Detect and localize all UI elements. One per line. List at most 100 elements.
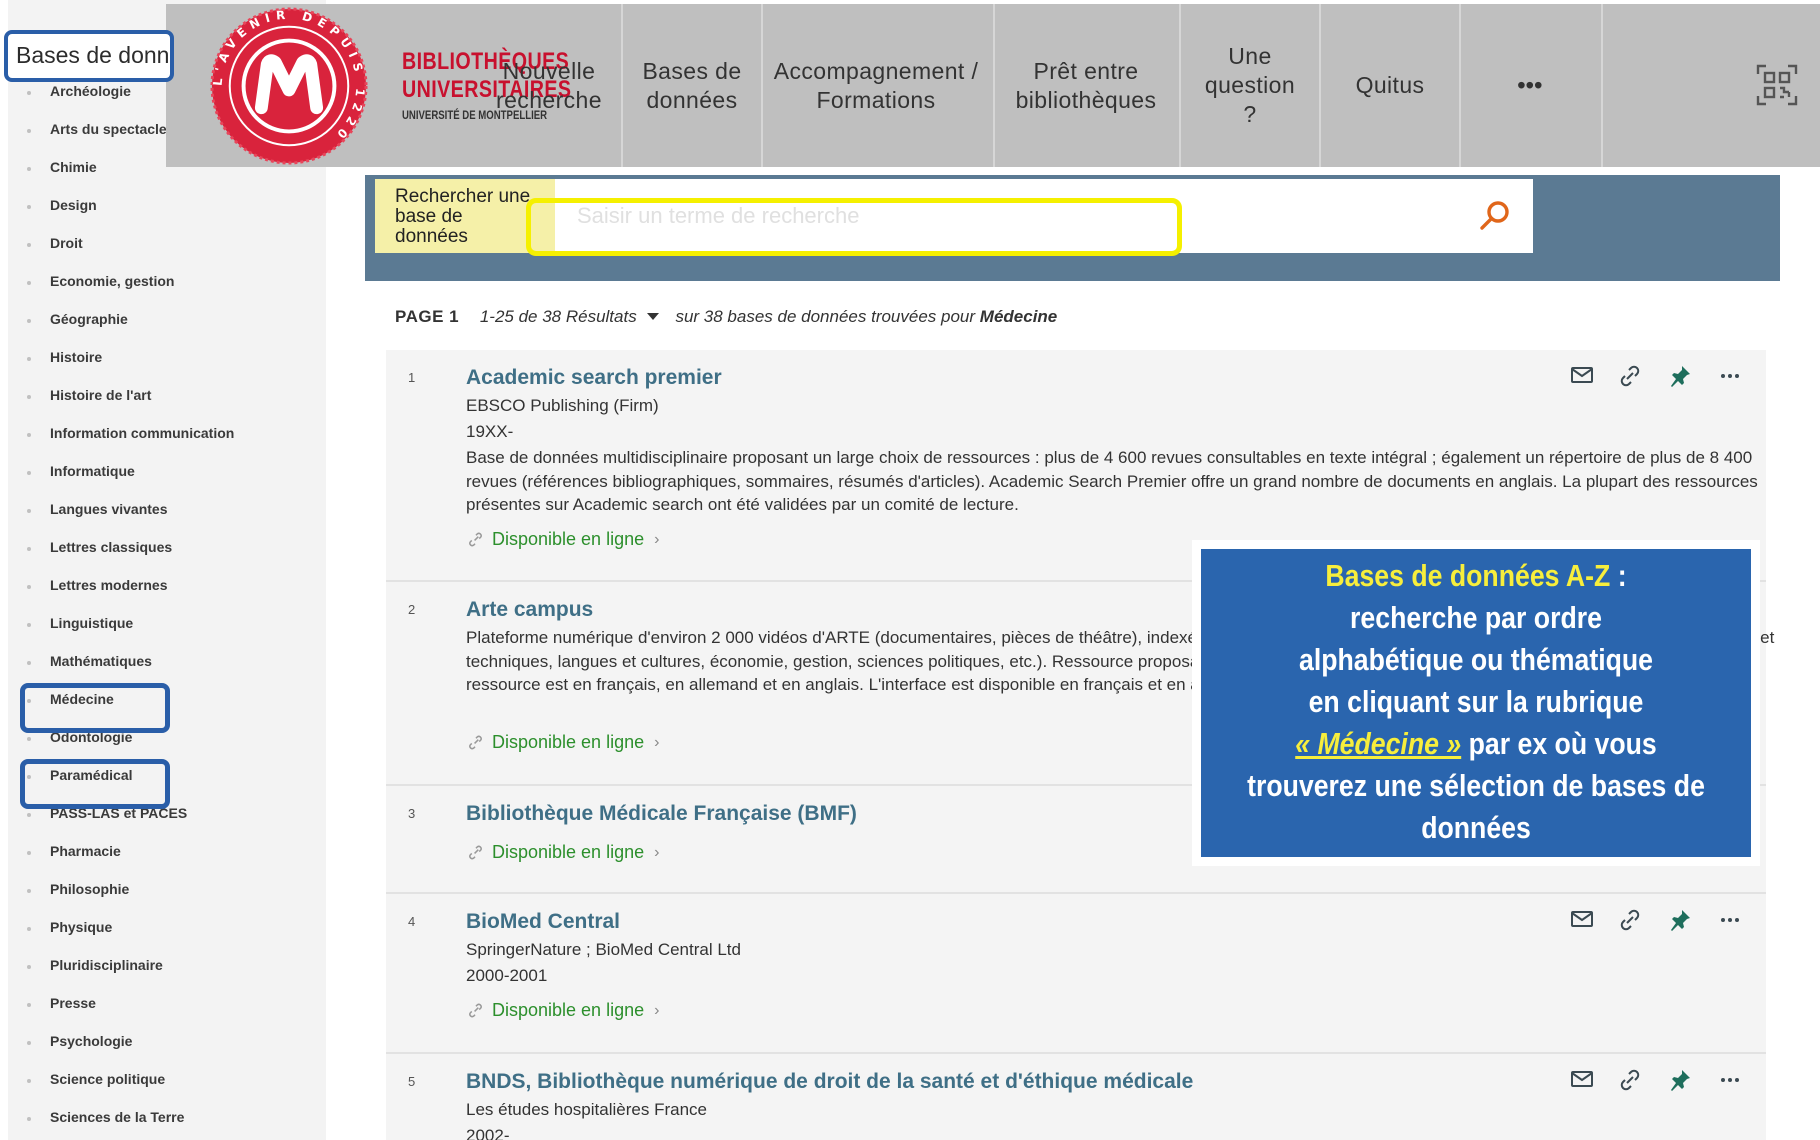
sidebar-item-label: Chimie: [50, 159, 97, 175]
result-title-link[interactable]: Academic search premier: [466, 366, 722, 390]
availability-label: Disponible en ligne: [492, 529, 645, 549]
chevron-down-icon[interactable]: [646, 313, 659, 320]
more-icon[interactable]: [1718, 364, 1742, 388]
sidebar-item-label: Arts du spectacle: [50, 121, 167, 137]
sidebar-title-box: Bases de données: [4, 30, 174, 82]
nav-bases-de-donnees[interactable]: Bases de données: [623, 4, 761, 167]
availability-label: Disponible en ligne: [492, 732, 645, 752]
nav-label: Prêt entre bibliothèques: [1015, 57, 1157, 113]
nav-quitus[interactable]: Quitus: [1321, 4, 1459, 167]
result-card: 5 BNDS, Bibliothèque numérique de droit …: [386, 1054, 1766, 1140]
sidebar-item-label: Information communication: [50, 425, 235, 441]
sidebar-item-pluridisciplinaire[interactable]: Pluridisciplinaire: [8, 952, 326, 982]
link-icon[interactable]: [1618, 364, 1642, 388]
result-title-link[interactable]: Bibliothèque Médicale Française (BMF): [466, 802, 857, 826]
annotation-callout: Bases de données A-Z : recherche par ord…: [1201, 549, 1751, 857]
bullet-icon: [27, 509, 31, 513]
sidebar-item-label: Design: [50, 197, 97, 213]
pin-icon[interactable]: [1668, 1068, 1692, 1092]
sidebar-item-geographie[interactable]: Géographie: [8, 306, 326, 336]
sidebar-item-label: Informatique: [50, 463, 135, 479]
nav-label: Une question ?: [1204, 43, 1296, 127]
bullet-icon: [27, 1079, 31, 1083]
bullet-icon: [27, 965, 31, 969]
sidebar-item-informatique[interactable]: Informatique: [8, 458, 326, 488]
result-publisher: SpringerNature ; BioMed Central Ltd: [466, 940, 741, 959]
availability-link[interactable]: Disponible en ligne ›: [468, 529, 659, 550]
availability-link[interactable]: Disponible en ligne ›: [468, 842, 659, 863]
result-number: 2: [408, 602, 416, 617]
nav-label: Nouvelle recherche: [496, 57, 602, 113]
nav-accompagnement-formations[interactable]: Accompagnement / Formations: [763, 4, 989, 167]
more-icon[interactable]: [1718, 908, 1742, 932]
result-title-link[interactable]: Arte campus: [466, 598, 593, 622]
sidebar-item-langues-vivantes[interactable]: Langues vivantes: [8, 496, 326, 526]
bullet-icon: [27, 737, 31, 741]
sidebar-item-science-politique[interactable]: Science politique: [8, 1066, 326, 1096]
link-icon[interactable]: [1618, 908, 1642, 932]
sidebar-item-label: Science politique: [50, 1071, 166, 1087]
nav-nouvelle-recherche[interactable]: Nouvelle recherche: [466, 4, 606, 167]
sidebar-item-lettres-classiques[interactable]: Lettres classiques: [8, 534, 326, 564]
callout-line: alphabétique ou thématique: [1298, 642, 1654, 677]
sidebar-item-physique[interactable]: Physique: [8, 914, 326, 944]
sidebar-item-pharmacie[interactable]: Pharmacie: [8, 838, 326, 868]
sidebar-item-label: Linguistique: [50, 615, 134, 631]
email-icon[interactable]: [1570, 1068, 1594, 1090]
sidebar-item-label: Physique: [50, 919, 113, 935]
result-title-link[interactable]: BNDS, Bibliothèque numérique de droit de…: [466, 1070, 1193, 1094]
sidebar-item-sciences-de-la-terre[interactable]: Sciences de la Terre: [8, 1104, 326, 1134]
link-icon[interactable]: [1618, 1068, 1642, 1092]
sidebar-item-histoire[interactable]: Histoire: [8, 344, 326, 374]
sidebar-item-lettres-modernes[interactable]: Lettres modernes: [8, 572, 326, 602]
result-title-link[interactable]: BioMed Central: [466, 910, 620, 934]
pin-icon[interactable]: [1668, 364, 1692, 388]
result-actions: [1570, 364, 1750, 390]
sidebar-item-droit[interactable]: Droit: [8, 230, 326, 260]
callout-link: « Médecine »: [1295, 726, 1462, 761]
search-icon[interactable]: [1478, 199, 1512, 233]
sidebar-item-economie-gestion[interactable]: Economie, gestion: [8, 268, 326, 298]
callout-line: recherche par ordre: [1350, 600, 1602, 635]
result-date: 19XX-: [466, 422, 514, 441]
email-icon[interactable]: [1570, 908, 1594, 930]
results-count-dropdown[interactable]: 1-25 de 38 Résultats: [480, 307, 637, 326]
results-summary: PAGE 1 1-25 de 38 Résultats sur 38 bases…: [395, 307, 1057, 327]
pin-icon[interactable]: [1668, 908, 1692, 932]
sidebar-item-label: Géographie: [50, 311, 128, 327]
bullet-icon: [27, 889, 31, 893]
availability-link[interactable]: Disponible en ligne ›: [468, 1000, 659, 1021]
result-description: Base de données multidisciplinaire propo…: [466, 448, 1758, 514]
email-icon[interactable]: [1570, 364, 1594, 386]
bullet-icon: [27, 1117, 31, 1121]
qr-code-icon[interactable]: [1756, 64, 1798, 106]
nav-more-button[interactable]: •••: [1461, 4, 1599, 167]
sidebar-item-label: Psychologie: [50, 1033, 133, 1049]
callout-line: données: [1421, 810, 1531, 845]
search-label: Rechercher une base de données: [395, 186, 531, 247]
sidebar-item-mathematiques[interactable]: Mathématiques: [8, 648, 326, 678]
sidebar-item-philosophie[interactable]: Philosophie: [8, 876, 326, 906]
callout-text: :: [1610, 558, 1627, 593]
university-seal-logo[interactable]: L'AVENIR DEPUIS 1220: [210, 7, 368, 165]
bullet-icon: [27, 927, 31, 931]
sidebar-item-label: Droit: [50, 235, 83, 251]
callout-text: par ex où vous: [1461, 726, 1657, 761]
sidebar-item-histoire-de-l-art[interactable]: Histoire de l'art: [8, 382, 326, 412]
more-icon: •••: [1517, 72, 1543, 98]
more-icon[interactable]: [1718, 1068, 1742, 1092]
sidebar-item-design[interactable]: Design: [8, 192, 326, 222]
sidebar-item-label: Lettres modernes: [50, 577, 168, 593]
sidebar-item-psychologie[interactable]: Psychologie: [8, 1028, 326, 1058]
nav-une-question[interactable]: Une question ?: [1181, 4, 1319, 167]
nav-pret-entre-bibliotheques[interactable]: Prêt entre bibliothèques: [995, 4, 1177, 167]
sidebar-item-linguistique[interactable]: Linguistique: [8, 610, 326, 640]
sidebar-item-presse[interactable]: Presse: [8, 990, 326, 1020]
callout-line: « Médecine » par ex où vous: [1240, 723, 1713, 765]
bullet-icon: [27, 91, 31, 95]
sidebar-item-information-communication[interactable]: Information communication: [8, 420, 326, 450]
availability-link[interactable]: Disponible en ligne ›: [468, 732, 659, 753]
sidebar-title: Bases de données: [16, 42, 170, 68]
bullet-icon: [27, 167, 31, 171]
bullet-icon: [27, 623, 31, 627]
